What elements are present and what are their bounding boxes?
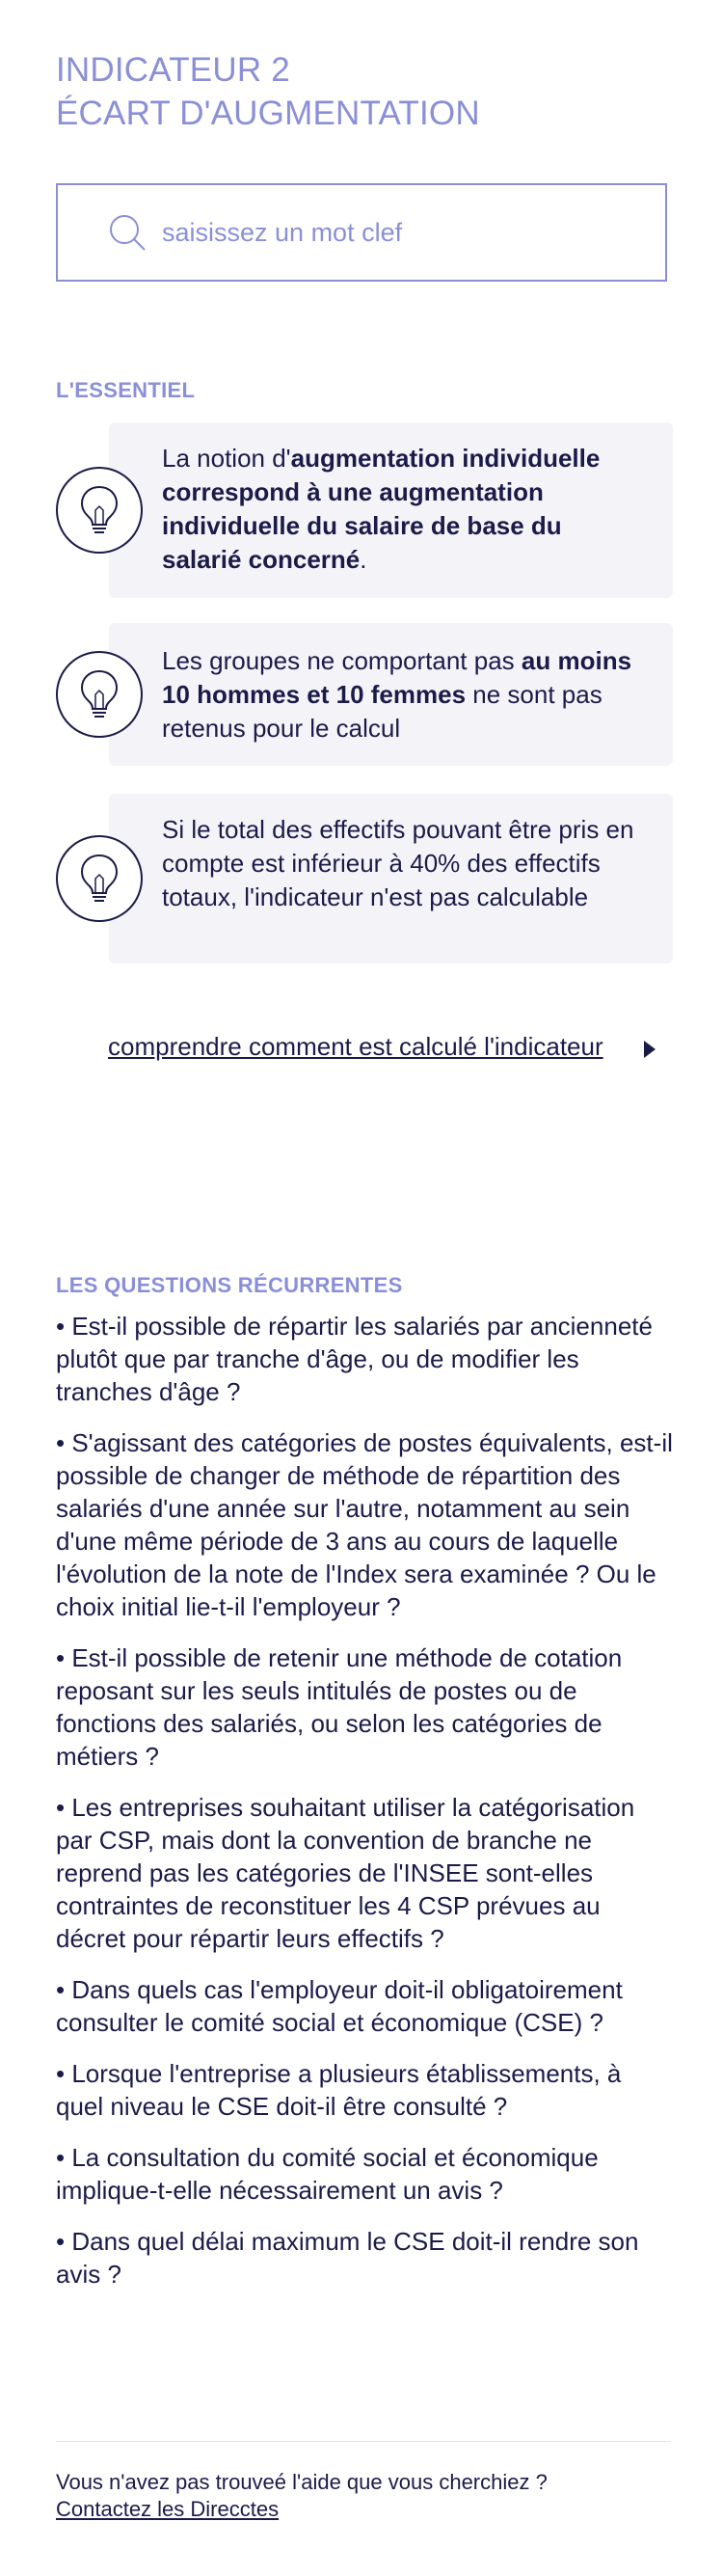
contact-direcctes-link[interactable]: Contactez les Direcctes: [56, 2496, 279, 2523]
footer-divider: [56, 2441, 671, 2442]
triangle-right-icon[interactable]: [644, 1041, 656, 1058]
lightbulb-icon: [56, 651, 143, 738]
faq-heading: LES QUESTIONS RÉCURRENTES: [56, 1273, 403, 1297]
tip-text-part: Si le total des effectifs pouvant être p…: [162, 815, 634, 911]
page-title-line-1: INDICATEUR 2: [56, 51, 290, 89]
page-title: INDICATEUR 2 ÉCART D'AUGMENTATION: [56, 48, 673, 135]
faq-item[interactable]: • Dans quel délai maximum le CSE doit-il…: [56, 2225, 673, 2291]
tip-card: Si le total des effectifs pouvant être p…: [56, 794, 673, 963]
faq-item[interactable]: • La consultation du comité social et éc…: [56, 2141, 673, 2207]
lightbulb-icon: [56, 835, 143, 922]
tip-text-part: Les groupes ne comportant pas: [162, 646, 522, 675]
tip-card: La notion d'augmentation individuelle co…: [56, 422, 673, 598]
search-box[interactable]: [56, 183, 667, 282]
tip-text: Si le total des effectifs pouvant être p…: [162, 813, 644, 914]
tip-text-part: La notion d': [162, 444, 291, 473]
calculation-link[interactable]: comprendre comment est calculé l'indicat…: [108, 1032, 603, 1062]
faq-item[interactable]: • Lorsque l'entreprise a plusieurs établ…: [56, 2057, 673, 2123]
faq-item[interactable]: • Dans quels cas l'employeur doit-il obl…: [56, 1973, 673, 2039]
tip-text: La notion d'augmentation individuelle co…: [162, 442, 644, 577]
faq-item[interactable]: • S'agissant des catégories de postes éq…: [56, 1426, 673, 1623]
essentiel-heading: L'ESSENTIEL: [56, 378, 196, 402]
search-input[interactable]: [162, 217, 625, 248]
page-title-line-2: ÉCART D'AUGMENTATION: [56, 95, 480, 132]
footer-help-text: Vous n'avez pas trouveé l'aide que vous …: [56, 2470, 548, 2494]
faq-list: • Est-il possible de répartir les salari…: [56, 1310, 673, 2309]
lightbulb-icon: [56, 467, 143, 554]
tip-text-part: .: [360, 545, 367, 574]
faq-item[interactable]: • Les entreprises souhaitant utiliser la…: [56, 1791, 673, 1955]
search-icon[interactable]: [108, 213, 147, 252]
tip-card: Les groupes ne comportant pas au moins 1…: [56, 623, 673, 766]
tip-text: Les groupes ne comportant pas au moins 1…: [162, 644, 644, 746]
faq-item[interactable]: • Est-il possible de répartir les salari…: [56, 1310, 673, 1408]
faq-item[interactable]: • Est-il possible de retenir une méthode…: [56, 1641, 673, 1773]
